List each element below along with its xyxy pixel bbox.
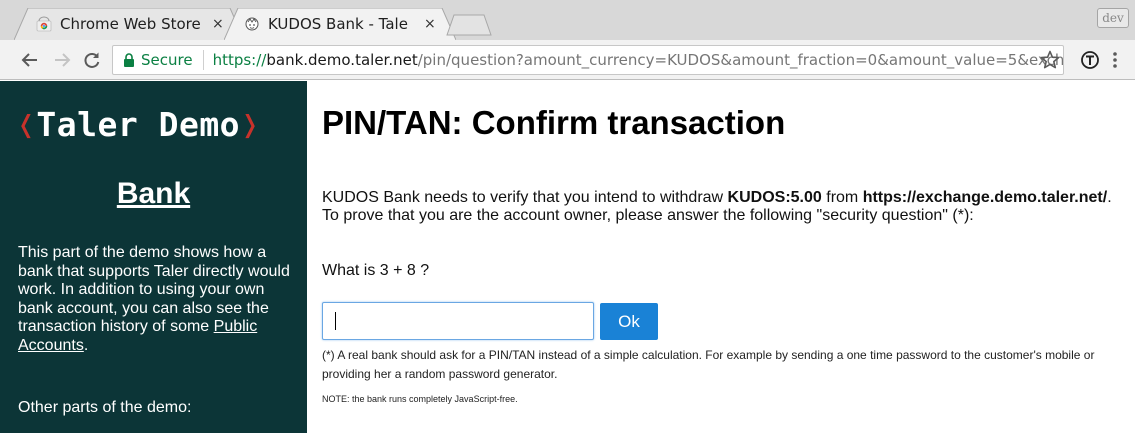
page-title: PIN/TAN: Confirm transaction [322,104,786,141]
url-path: /pin/question?amount_currency=KUDOS&amou… [417,51,1063,69]
back-arrow-icon [21,53,37,67]
star-icon[interactable] [1040,50,1060,70]
back-button[interactable] [20,50,40,70]
profile-badge[interactable]: dev [1097,8,1129,28]
reload-button[interactable] [82,50,102,70]
intro-paragraph: KUDOS Bank needs to verify that you inte… [322,189,1112,224]
javascript-free-note: NOTE: the bank runs completely JavaScrip… [322,394,518,404]
browser-toolbar: Secure https:// bank.demo.taler.net /pin… [0,40,1135,80]
tab-title: KUDOS Bank - Tale [268,15,408,33]
intro-text: from [821,189,863,206]
other-parts-heading: Other parts of the demo: [18,399,192,416]
forward-button[interactable] [52,50,72,70]
logo-open-bracket: ❬ [16,105,37,144]
tab-close-button[interactable]: × [212,16,224,32]
taler-extension-icon[interactable] [1079,49,1101,71]
text-cursor [335,312,336,330]
tab-title: Chrome Web Store [60,15,201,33]
lock-icon [124,53,134,67]
answer-input[interactable] [322,302,594,340]
secure-label: Secure [141,51,193,69]
tab-close-button[interactable]: × [424,16,436,32]
security-question: What is 3 + 8 ? [322,262,430,279]
sidebar: ❬Taler Demo❭ Bank This part of the demo … [0,81,307,433]
tab-strip: Chrome Web Store × KUDOS Bank - Tale × d… [0,0,1135,40]
sidebar-description: This part of the demo shows how a bank t… [18,244,290,356]
chrome-web-store-icon [36,16,52,32]
tab-chrome-web-store[interactable]: Chrome Web Store × [14,8,244,40]
tab-kudos-bank[interactable]: KUDOS Bank - Tale × [224,8,456,40]
footnote: (*) A real bank should ask for a PIN/TAN… [322,348,1095,381]
url-scheme: https:// [212,51,267,69]
bank-link[interactable]: Bank [0,177,307,211]
reload-icon [84,52,100,68]
taler-demo-logo[interactable]: ❬Taler Demo❭ [16,105,260,144]
exchange-url: https://exchange.demo.taler.net/ [862,189,1108,206]
forward-arrow-icon [55,53,71,67]
withdraw-amount: KUDOS:5.00 [727,189,822,206]
taler-bank-icon [245,17,259,31]
logo-text: Taler Demo [36,105,241,144]
logo-close-bracket: ❭ [240,105,261,144]
new-tab-button[interactable] [446,14,492,36]
url-host: bank.demo.taler.net [266,51,418,69]
address-bar[interactable]: Secure https:// bank.demo.taler.net /pin… [112,45,1064,75]
address-divider [202,50,204,70]
description-end: . [83,336,89,354]
ok-button[interactable]: Ok [600,303,658,340]
intro-text: KUDOS Bank needs to verify that you inte… [322,189,728,206]
kebab-menu-icon[interactable] [1112,51,1118,69]
